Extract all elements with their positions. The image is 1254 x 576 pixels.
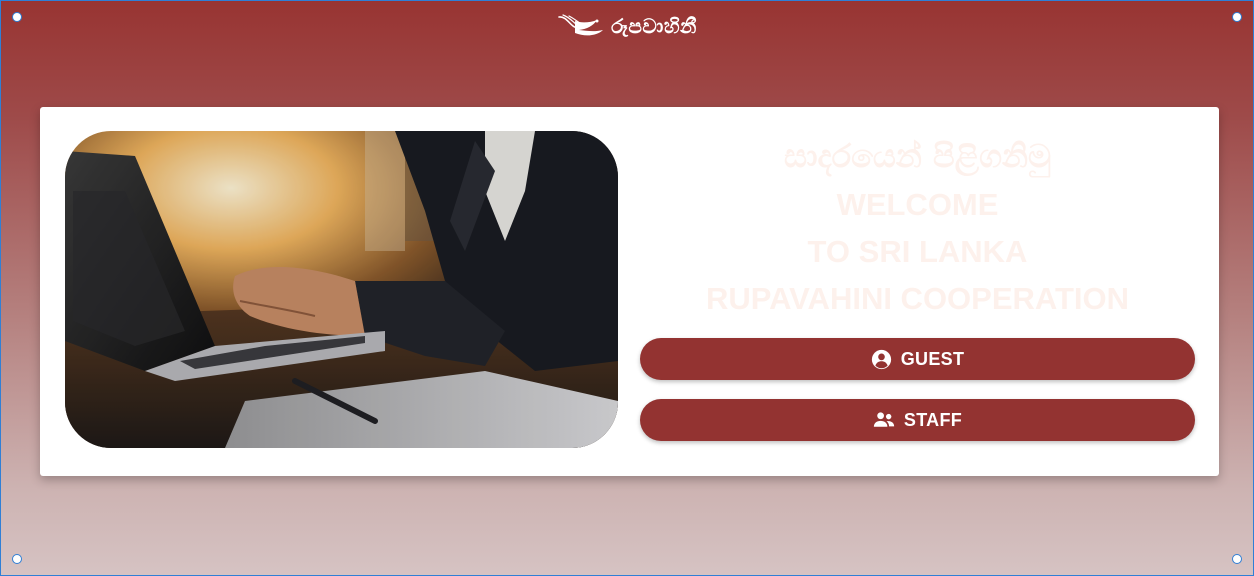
welcome-sinhala: සාදරයෙන් පිළිගනිමු (784, 137, 1051, 175)
welcome-line-1: WELCOME (836, 187, 999, 222)
resize-handle-bottom-right[interactable] (1232, 554, 1242, 564)
account-circle-icon (871, 349, 892, 370)
guest-button-label: GUEST (900, 348, 965, 369)
welcome-card: සාදරයෙන් පිළිගනිමු WELCOME TO SRI LANKA … (40, 107, 1219, 476)
guest-button[interactable]: GUEST (640, 338, 1195, 380)
logo-text: රූපවාහිනී (611, 14, 697, 38)
welcome-line-3: RUPAVAHINI COOPERATION (705, 281, 1130, 316)
welcome-panel: සාදරයෙන් පිළිගනිමු WELCOME TO SRI LANKA … (640, 131, 1195, 441)
resize-handle-bottom-left[interactable] (12, 554, 22, 564)
staff-button[interactable]: STAFF (640, 399, 1195, 441)
staff-button-label: STAFF (903, 409, 963, 430)
people-icon (873, 411, 895, 429)
bird-icon (557, 13, 609, 39)
brand-logo: රූපවාහිනී (1, 13, 1253, 39)
welcome-line-2: TO SRI LANKA (807, 234, 1028, 269)
laptop-photo (65, 131, 618, 448)
